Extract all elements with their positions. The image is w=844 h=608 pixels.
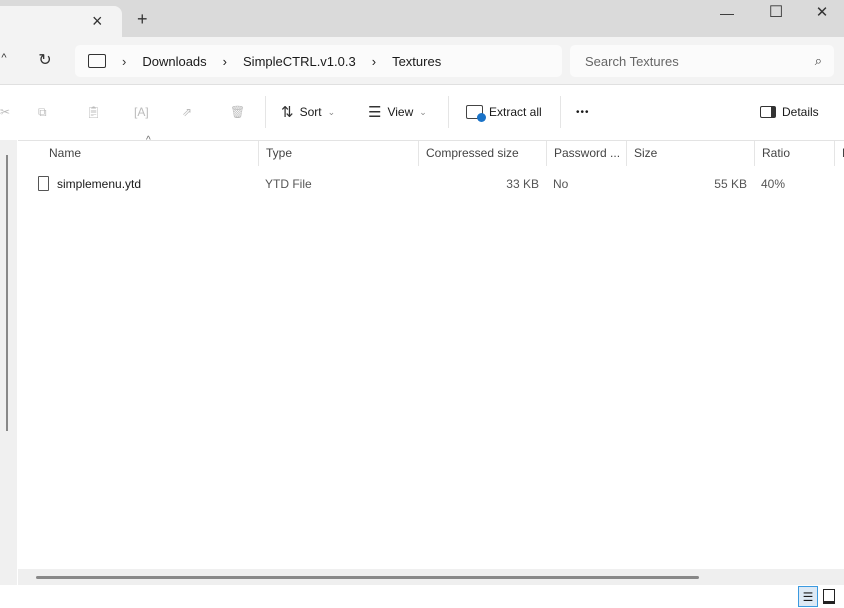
chevron-right-icon: › — [371, 53, 377, 69]
share-icon[interactable]: ⇗ — [182, 98, 192, 126]
view-button[interactable]: ☰ View ⌄ — [368, 98, 427, 126]
cut-icon[interactable]: ✂ — [0, 98, 10, 126]
column-password[interactable]: Password ... — [547, 141, 627, 166]
column-header-row: ^ Name Type Compressed size Password ...… — [18, 135, 844, 166]
divider — [265, 96, 266, 128]
extract-folder-icon — [466, 105, 486, 122]
file-password: No — [553, 177, 569, 191]
chevron-right-icon: › — [222, 53, 228, 69]
breadcrumb-textures[interactable]: Textures — [392, 54, 441, 69]
divider — [560, 96, 561, 128]
view-icon: ☰ — [368, 104, 382, 121]
close-window-button[interactable]: ✕ — [810, 2, 834, 22]
breadcrumb-simplectrl[interactable]: SimpleCTRL.v1.0.3 — [243, 54, 356, 69]
details-label: Details — [782, 105, 819, 119]
breadcrumb[interactable]: › Downloads › SimpleCTRL.v1.0.3 › Textur… — [75, 45, 562, 77]
more-options-button[interactable]: ••• — [576, 98, 590, 126]
sort-icon: ⇅ — [281, 104, 294, 121]
minimize-button[interactable]: — — [715, 4, 739, 22]
view-label: View — [387, 105, 414, 119]
maximize-button[interactable]: ☐ — [764, 2, 788, 22]
file-type: YTD File — [265, 177, 312, 191]
column-name[interactable]: Name — [42, 141, 259, 166]
up-icon[interactable]: ^ — [0, 52, 8, 64]
extract-all-button[interactable]: Extract all — [466, 98, 542, 126]
refresh-icon[interactable]: ↻ — [36, 50, 54, 70]
file-icon — [38, 176, 49, 191]
column-date[interactable]: D — [835, 141, 844, 166]
list-icon: ☰ — [802, 589, 814, 604]
details-pane-icon — [760, 106, 776, 118]
file-compressed-size: 33 KB — [506, 177, 539, 191]
column-ratio[interactable]: Ratio — [755, 141, 835, 166]
breadcrumb-downloads[interactable]: Downloads — [142, 54, 206, 69]
close-tab-icon[interactable]: × — [92, 11, 103, 32]
divider — [448, 96, 449, 128]
column-compressed-size[interactable]: Compressed size — [419, 141, 547, 166]
chevron-down-icon: ⌄ — [327, 106, 336, 117]
paste-icon[interactable]: 📋︎ — [86, 98, 101, 126]
copy-icon[interactable]: ⧉ — [38, 98, 47, 126]
extract-label: Extract all — [489, 105, 542, 119]
column-type[interactable]: Type — [259, 141, 419, 166]
details-button[interactable]: Details — [760, 98, 819, 126]
sort-button[interactable]: ⇅ Sort ⌄ — [281, 98, 335, 126]
chevron-right-icon: › — [122, 53, 127, 69]
file-name: simplemenu.ytd — [57, 177, 142, 191]
search-icon: ⌕ — [814, 53, 822, 68]
search-placeholder: Search Textures — [585, 53, 679, 69]
vertical-scrollbar[interactable] — [6, 155, 8, 431]
rename-icon[interactable]: [A] — [134, 98, 149, 126]
delete-icon[interactable]: 🗑︎ — [230, 98, 245, 126]
tiles-view-toggle[interactable] — [823, 589, 835, 604]
chevron-down-icon: ⌄ — [419, 106, 427, 117]
tab-active[interactable]: × — [0, 6, 122, 37]
new-tab-button[interactable]: + — [137, 9, 148, 30]
details-view-toggle[interactable]: ☰ — [798, 586, 818, 607]
file-size: 55 KB — [714, 177, 747, 191]
horizontal-scrollbar[interactable] — [36, 576, 699, 579]
this-pc-icon[interactable] — [88, 54, 106, 68]
sort-label: Sort — [299, 105, 322, 119]
search-input[interactable]: Search Textures ⌕ — [570, 45, 834, 77]
navigation-pane — [0, 140, 18, 585]
column-size[interactable]: Size — [627, 141, 755, 166]
file-ratio: 40% — [761, 177, 786, 191]
